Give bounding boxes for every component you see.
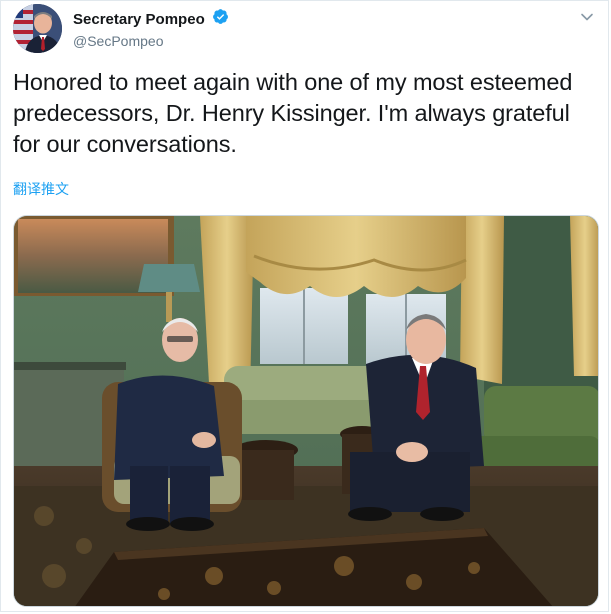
chevron-down-icon[interactable]: [580, 10, 594, 24]
verified-badge-icon: [212, 8, 229, 30]
translate-tweet-link[interactable]: 翻译推文: [13, 179, 69, 199]
author-info: Secretary Pompeo @SecPompeo: [73, 8, 229, 51]
tweet-text: Honored to meet again with one of my mos…: [13, 69, 573, 157]
avatar[interactable]: [13, 4, 62, 53]
tweet-card: Secretary Pompeo @SecPompeo Honored to m…: [0, 0, 609, 612]
avatar-image: [13, 4, 62, 53]
display-name[interactable]: Secretary Pompeo: [73, 10, 205, 30]
tweet-header: Secretary Pompeo @SecPompeo: [13, 4, 596, 58]
photo-image: [14, 216, 598, 606]
user-handle[interactable]: @SecPompeo: [73, 31, 229, 51]
tweet-photo[interactable]: [13, 215, 599, 607]
